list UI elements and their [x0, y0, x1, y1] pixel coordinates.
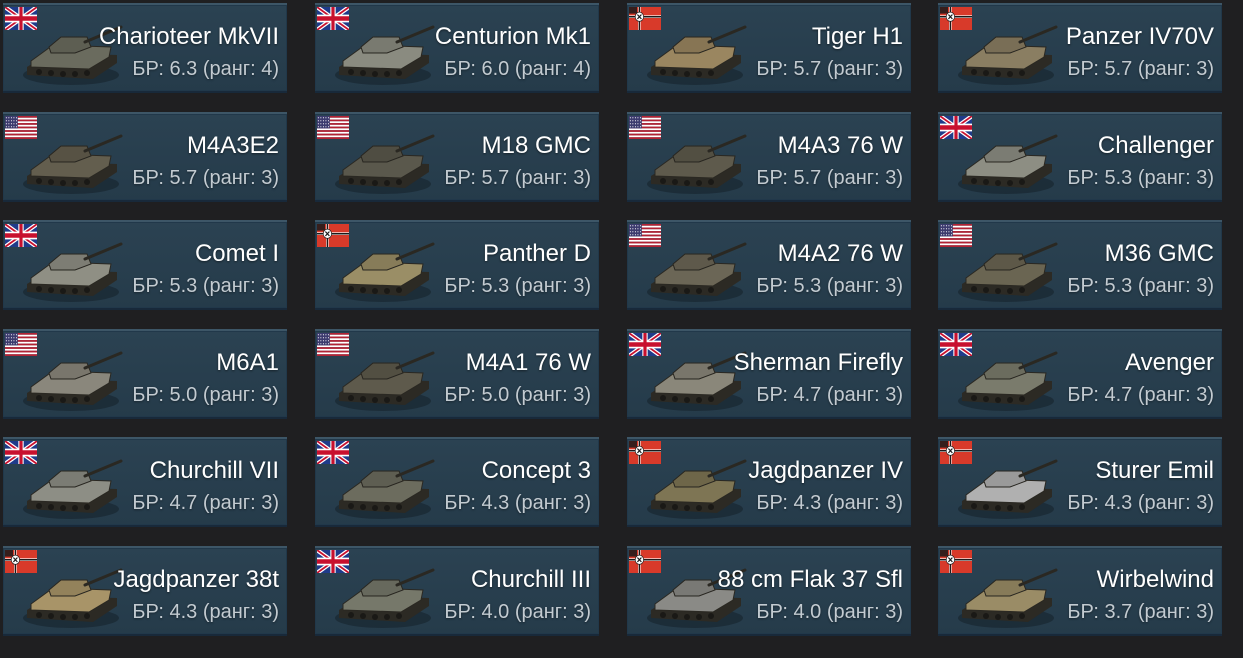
- battle-rating: БР: 3.7 (ранг: 3): [1067, 601, 1214, 623]
- vehicle-name: Sturer Emil: [1095, 457, 1214, 484]
- vehicle-name: M6A1: [216, 349, 279, 376]
- battle-rating: БР: 5.3 (ранг: 3): [132, 275, 279, 297]
- battle-rating: БР: 5.3 (ранг: 3): [444, 275, 591, 297]
- battle-rating: БР: 5.7 (ранг: 3): [756, 58, 903, 80]
- battle-rating: БР: 5.3 (ранг: 3): [1067, 167, 1214, 189]
- vehicle-name: M4A1 76 W: [465, 349, 591, 376]
- vehicle-card[interactable]: Churchill VII БР: 4.7 (ранг: 3): [3, 437, 287, 527]
- vehicle-card[interactable]: M6A1 БР: 5.0 (ранг: 3): [3, 329, 287, 419]
- vehicle-card[interactable]: Centurion Mk1 БР: 6.0 (ранг: 4): [315, 3, 599, 93]
- vehicle-name: Jagdpanzer 38t: [113, 566, 279, 593]
- battle-rating: БР: 5.3 (ранг: 3): [1067, 275, 1214, 297]
- battle-rating: БР: 4.0 (ранг: 3): [444, 601, 591, 623]
- battle-rating: БР: 4.7 (ранг: 3): [756, 384, 903, 406]
- vehicle-name: M4A3E2: [186, 132, 279, 159]
- vehicle-name: M36 GMC: [1104, 240, 1214, 267]
- vehicle-card[interactable]: Jagdpanzer 38t БР: 4.3 (ранг: 3): [3, 546, 287, 636]
- battle-rating: БР: 6.3 (ранг: 4): [132, 58, 279, 80]
- vehicle-card[interactable]: Concept 3 БР: 4.3 (ранг: 3): [315, 437, 599, 527]
- vehicle-name: Jagdpanzer IV: [748, 457, 903, 484]
- vehicle-card[interactable]: Sturer Emil БР: 4.3 (ранг: 3): [938, 437, 1222, 527]
- vehicle-name: Centurion Mk1: [434, 23, 591, 50]
- battle-rating: БР: 5.0 (ранг: 3): [132, 384, 279, 406]
- vehicle-card[interactable]: M4A3E2 БР: 5.7 (ранг: 3): [3, 112, 287, 202]
- vehicle-card[interactable]: M18 GMC БР: 5.7 (ранг: 3): [315, 112, 599, 202]
- vehicle-card[interactable]: Panther D БР: 5.3 (ранг: 3): [315, 220, 599, 310]
- vehicle-card[interactable]: 88 cm Flak 37 Sfl БР: 4.0 (ранг: 3): [627, 546, 911, 636]
- vehicle-name: Sherman Firefly: [733, 349, 903, 376]
- vehicle-card[interactable]: Churchill III БР: 4.0 (ранг: 3): [315, 546, 599, 636]
- vehicle-card[interactable]: M4A1 76 W БР: 5.0 (ранг: 3): [315, 329, 599, 419]
- vehicle-name: Churchill VII: [149, 457, 279, 484]
- vehicle-name: Challenger: [1097, 132, 1214, 159]
- battle-rating: БР: 5.7 (ранг: 3): [132, 167, 279, 189]
- battle-rating: БР: 5.7 (ранг: 3): [756, 167, 903, 189]
- vehicle-name: Panther D: [482, 240, 591, 267]
- vehicle-card[interactable]: Sherman Firefly БР: 4.7 (ранг: 3): [627, 329, 911, 419]
- battle-rating: БР: 5.7 (ранг: 3): [444, 167, 591, 189]
- battle-rating: БР: 5.7 (ранг: 3): [1067, 58, 1214, 80]
- vehicle-card[interactable]: Tiger H1 БР: 5.7 (ранг: 3): [627, 3, 911, 93]
- vehicle-name: Panzer IV70V: [1065, 23, 1214, 50]
- battle-rating: БР: 4.0 (ранг: 3): [756, 601, 903, 623]
- vehicle-name: Tiger H1: [811, 23, 903, 50]
- vehicle-card[interactable]: Panzer IV70V БР: 5.7 (ранг: 3): [938, 3, 1222, 93]
- vehicle-card[interactable]: Wirbelwind БР: 3.7 (ранг: 3): [938, 546, 1222, 636]
- vehicle-name: M18 GMC: [481, 132, 591, 159]
- vehicle-card[interactable]: Jagdpanzer IV БР: 4.3 (ранг: 3): [627, 437, 911, 527]
- vehicle-card[interactable]: Comet I БР: 5.3 (ранг: 3): [3, 220, 287, 310]
- battle-rating: БР: 4.3 (ранг: 3): [132, 601, 279, 623]
- vehicle-card[interactable]: Avenger БР: 4.7 (ранг: 3): [938, 329, 1222, 419]
- vehicle-name: 88 cm Flak 37 Sfl: [717, 566, 903, 593]
- vehicle-name: M4A3 76 W: [777, 132, 903, 159]
- battle-rating: БР: 4.3 (ранг: 3): [1067, 492, 1214, 514]
- vehicle-name: Comet I: [194, 240, 279, 267]
- battle-rating: БР: 4.3 (ранг: 3): [756, 492, 903, 514]
- vehicle-card[interactable]: Challenger БР: 5.3 (ранг: 3): [938, 112, 1222, 202]
- vehicle-card[interactable]: M36 GMC БР: 5.3 (ранг: 3): [938, 220, 1222, 310]
- battle-rating: БР: 4.7 (ранг: 3): [1067, 384, 1214, 406]
- vehicle-grid: Charioteer MkVII БР: 6.3 (ранг: 4) Centuri…: [0, 0, 1243, 658]
- battle-rating: БР: 4.7 (ранг: 3): [132, 492, 279, 514]
- vehicle-card[interactable]: M4A3 76 W БР: 5.7 (ранг: 3): [627, 112, 911, 202]
- vehicle-name: Concept 3: [481, 457, 591, 484]
- vehicle-card[interactable]: Charioteer MkVII БР: 6.3 (ранг: 4): [3, 3, 287, 93]
- vehicle-name: Avenger: [1125, 349, 1214, 376]
- battle-rating: БР: 5.0 (ранг: 3): [444, 384, 591, 406]
- battle-rating: БР: 6.0 (ранг: 4): [444, 58, 591, 80]
- vehicle-card[interactable]: M4A2 76 W БР: 5.3 (ранг: 3): [627, 220, 911, 310]
- vehicle-name: Wirbelwind: [1096, 566, 1214, 593]
- battle-rating: БР: 5.3 (ранг: 3): [756, 275, 903, 297]
- vehicle-name: Charioteer MkVII: [98, 23, 279, 50]
- vehicle-name: M4A2 76 W: [777, 240, 903, 267]
- vehicle-name: Churchill III: [470, 566, 591, 593]
- battle-rating: БР: 4.3 (ранг: 3): [444, 492, 591, 514]
